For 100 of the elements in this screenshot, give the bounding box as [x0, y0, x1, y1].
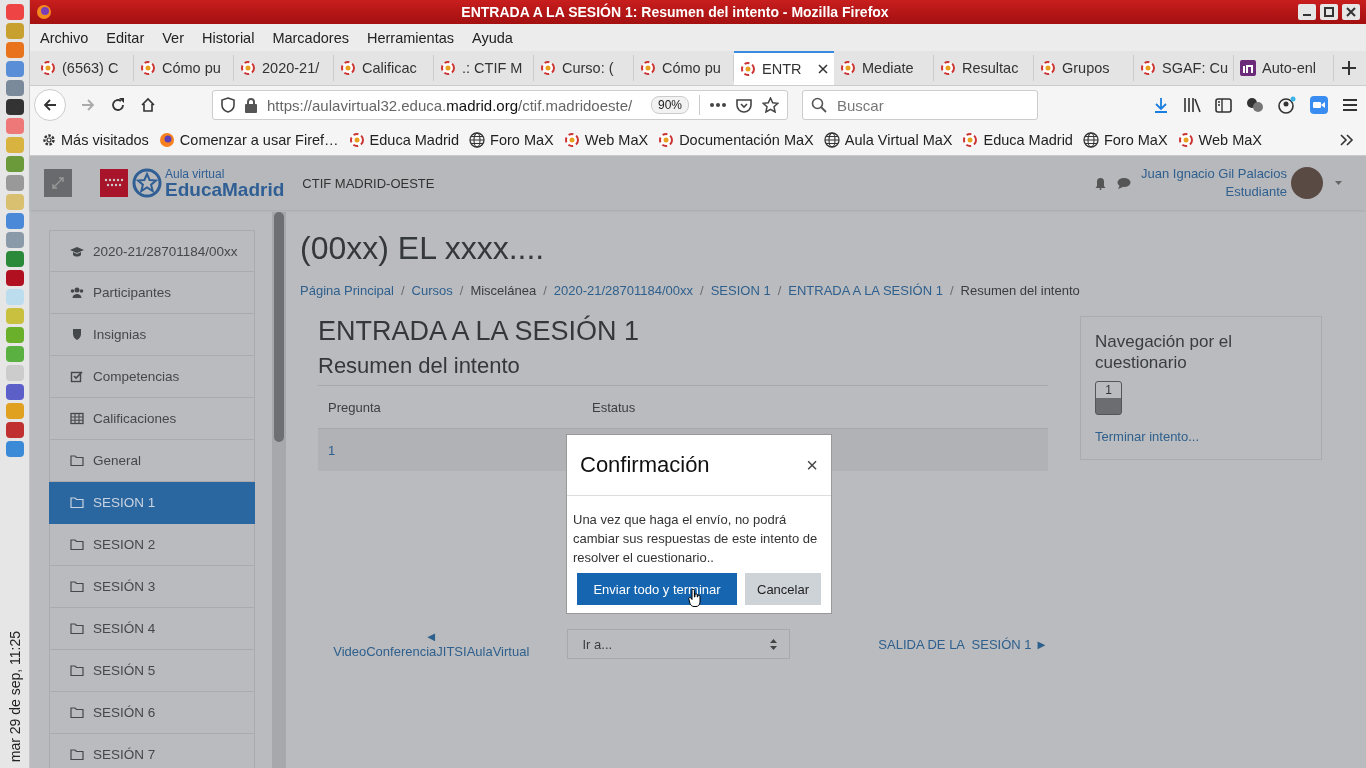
menu-item[interactable]: Historial: [202, 29, 255, 46]
bookmark[interactable]: Foro MaX: [469, 131, 554, 148]
caret-icon[interactable]: [1335, 181, 1342, 185]
breadcrumb-separator: /: [949, 283, 954, 298]
bookmark[interactable]: Web MaX: [563, 131, 649, 148]
bookmark[interactable]: Foro MaX: [1082, 131, 1168, 148]
reload-icon[interactable]: [110, 97, 126, 113]
cancel-button[interactable]: Cancelar: [745, 573, 822, 605]
sidebar-item[interactable]: SESION 2: [49, 524, 255, 566]
menu-item[interactable]: Marcadores: [272, 29, 349, 46]
sidebar-item[interactable]: SESIÓN 4: [49, 608, 255, 650]
logo-text: EducaMadrid: [165, 179, 285, 199]
favicon-icon: [340, 60, 356, 76]
breadcrumb-link[interactable]: SESION 1: [710, 283, 771, 298]
question-button[interactable]: 1: [1095, 381, 1122, 415]
library-icon[interactable]: [1183, 97, 1201, 113]
close-button[interactable]: [1342, 4, 1360, 20]
maximize-button[interactable]: [1320, 4, 1338, 20]
download-icon[interactable]: [1153, 97, 1169, 113]
minimize-button[interactable]: [1298, 4, 1316, 20]
scrollbar-thumb[interactable]: [274, 212, 284, 442]
forward-icon[interactable]: [80, 97, 96, 113]
home-icon[interactable]: [140, 97, 156, 113]
browser-tab[interactable]: (6563) C: [34, 55, 134, 81]
bookmark[interactable]: Comenzar a usar Firef…: [158, 131, 339, 148]
search-field[interactable]: Buscar: [835, 95, 1019, 115]
more-icon[interactable]: [710, 103, 726, 107]
favicon-icon: [1177, 131, 1194, 148]
bookmark[interactable]: Más visitados: [42, 131, 149, 148]
browser-tab[interactable]: Curso: (: [534, 55, 634, 81]
bookmark[interactable]: Documentación MaX: [658, 131, 814, 148]
lock-icon[interactable]: [245, 97, 257, 113]
shield-icon[interactable]: [221, 97, 235, 113]
video-call-icon[interactable]: [1310, 96, 1328, 114]
bell-icon[interactable]: [1095, 176, 1106, 190]
breadcrumb-link[interactable]: ENTRADA A LA SESIÓN 1: [788, 283, 943, 298]
address-bar[interactable]: https://aulavirtual32.educa.madrid.org/ctif.madridoeste/ 90%: [212, 90, 788, 120]
block-title: Navegación por el cuestionario: [1095, 331, 1234, 373]
breadcrumb-link[interactable]: 2020-21/28701184/00xx: [553, 283, 694, 298]
new-tab-icon[interactable]: [1342, 61, 1356, 75]
browser-tab[interactable]: Calificac: [334, 55, 434, 81]
search-bar[interactable]: Buscar: [802, 90, 1038, 120]
jump-to-select[interactable]: Ir a...: [566, 629, 791, 659]
scrollbar[interactable]: [272, 212, 286, 768]
menu-item[interactable]: Ayuda: [472, 29, 513, 46]
bookmark[interactable]: Aula Virtual MaX: [823, 131, 953, 148]
sidebar-item[interactable]: Calificaciones: [49, 398, 255, 440]
sidebar-icon[interactable]: [1215, 97, 1232, 113]
menu-item[interactable]: Archivo: [40, 29, 89, 46]
back-button[interactable]: [34, 89, 66, 121]
bookmark[interactable]: Web MaX: [1177, 131, 1262, 148]
back-icon: [42, 97, 58, 113]
sidebar-item[interactable]: Participantes: [49, 272, 255, 314]
app-launcher-icon[interactable]: [5, 99, 24, 115]
browser-tab[interactable]: ENTR: [734, 51, 834, 85]
avatar[interactable]: [1291, 167, 1323, 199]
chevron-icon[interactable]: [1340, 133, 1354, 146]
close-icon: [1346, 7, 1356, 17]
firefox-icon: [36, 4, 52, 20]
bookmark[interactable]: Educa Madrid: [962, 131, 1073, 148]
browser-tab[interactable]: 2020-21/: [234, 55, 334, 81]
app-launcher-icon[interactable]: [5, 270, 24, 286]
menu-item[interactable]: Editar: [106, 29, 145, 46]
menu-item[interactable]: Herramientas: [366, 29, 454, 46]
submit-button[interactable]: Enviar todo y terminar: [577, 573, 737, 605]
breadcrumb-link[interactable]: Página Principal: [300, 283, 394, 298]
finish-attempt-link[interactable]: Terminar intento...: [1095, 429, 1200, 444]
bookmark[interactable]: Educa Madrid: [348, 131, 460, 148]
sidebar-item[interactable]: Competencias: [49, 356, 255, 398]
sidebar-item[interactable]: Insignias: [49, 314, 255, 356]
account-icon[interactable]: [1278, 96, 1296, 114]
menu-icon[interactable]: [1342, 98, 1358, 112]
browser-tab[interactable]: Mediate: [834, 55, 934, 81]
browser-tab[interactable]: Grupos: [1034, 55, 1134, 81]
sidebar-item[interactable]: SESIÓN 3: [49, 566, 255, 608]
app-launcher-icon[interactable]: [5, 384, 24, 400]
app-launcher-icon[interactable]: [5, 422, 24, 438]
pocket-icon[interactable]: [736, 97, 752, 113]
extension-icon[interactable]: [1246, 97, 1264, 113]
browser-tab[interactable]: Cómo pu: [134, 55, 234, 81]
browser-tab[interactable]: SGAF: Cu: [1134, 55, 1234, 81]
zoom-badge[interactable]: 90%: [650, 96, 689, 114]
previous-activity-link[interactable]: VideoConferenciaJITSIAulaVirtual: [333, 644, 530, 659]
star-icon[interactable]: [762, 97, 779, 113]
close-tab-icon[interactable]: [818, 64, 828, 74]
favicon-icon: [440, 60, 456, 76]
sidebar-item[interactable]: SESIÓN 6: [49, 692, 255, 734]
sidebar-item[interactable]: SESION 1: [49, 482, 255, 524]
browser-tab[interactable]: .: CTIF M: [434, 55, 534, 81]
chat-icon[interactable]: [1116, 177, 1131, 189]
sidebar-item[interactable]: 2020-21/28701184/00xx: [49, 230, 255, 272]
folder-icon: [70, 706, 84, 719]
browser-tab[interactable]: Auto-enl: [1234, 55, 1334, 81]
menu-item[interactable]: Ver: [162, 29, 184, 46]
favicon-icon: [1240, 60, 1256, 76]
close-button[interactable]: ×: [806, 453, 818, 477]
breadcrumb-link[interactable]: Cursos: [411, 283, 453, 298]
sidebar-item[interactable]: SESIÓN 7: [49, 734, 255, 768]
sidebar-item[interactable]: SESIÓN 5: [49, 650, 255, 692]
browser-tab[interactable]: Resultac: [934, 55, 1034, 81]
